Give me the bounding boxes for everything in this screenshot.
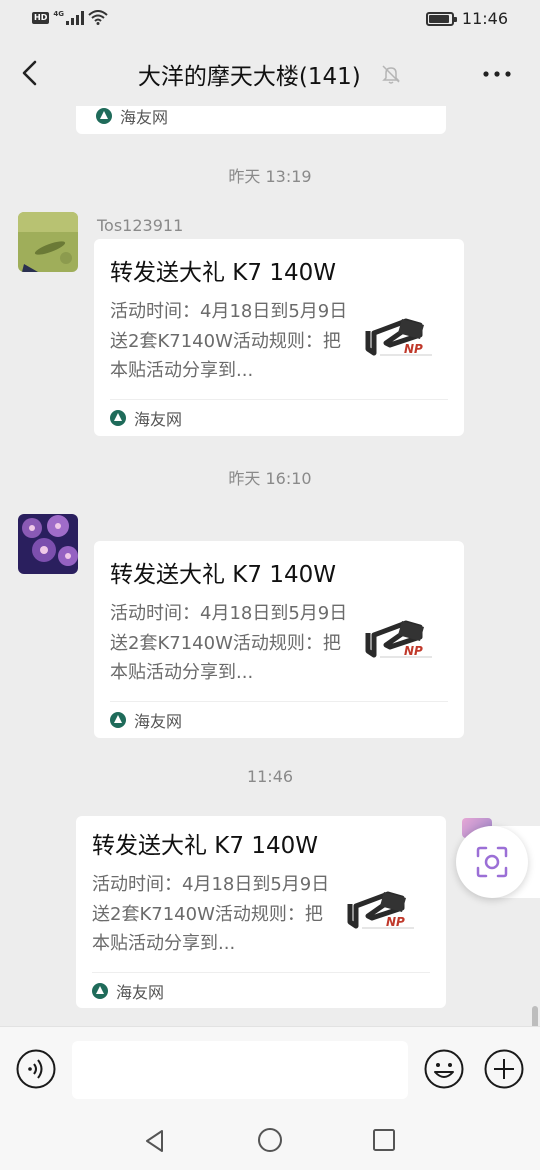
status-left: HD 4G xyxy=(32,10,108,25)
card-source: 海友网 xyxy=(110,702,448,738)
message-input[interactable] xyxy=(72,1041,408,1099)
card-body: 活动时间：4月18日到5月9日送2套K7140W活动规则：把本贴活动分享到...… xyxy=(92,870,430,960)
link-card[interactable]: 转发送大礼 K7 140W 活动时间：4月18日到5月9日送2套K7140W活动… xyxy=(94,239,464,436)
square-recents-icon[interactable] xyxy=(372,1128,396,1152)
card-description: 活动时间：4月18日到5月9日送2套K7140W活动规则：把本贴活动分享到... xyxy=(92,874,330,954)
emoji-icon[interactable] xyxy=(424,1049,464,1089)
message-timestamp: 昨天 13:19 xyxy=(228,167,312,186)
network-type: 4G xyxy=(53,10,64,18)
card-source: 海友网 xyxy=(96,106,168,134)
card-source: 海友网 xyxy=(92,973,430,1009)
circle-home-icon[interactable] xyxy=(257,1127,283,1153)
voice-icon[interactable] xyxy=(16,1049,56,1089)
signal-icon xyxy=(65,10,84,25)
product-thumbnail-image: NP xyxy=(362,303,438,379)
scan-button[interactable] xyxy=(456,826,528,898)
card-body: 活动时间：4月18日到5月9日送2套K7140W活动规则：把本贴活动分享到...… xyxy=(110,599,448,689)
product-thumbnail-image: NP xyxy=(344,876,420,952)
link-card[interactable]: 转发送大礼 K7 140W 活动时间：4月18日到5月9日送2套K7140W活动… xyxy=(94,541,464,738)
card-title: 转发送大礼 K7 140W xyxy=(92,833,318,859)
status-right: 11:46 xyxy=(425,9,508,28)
scan-icon xyxy=(476,846,508,878)
avatar[interactable] xyxy=(18,212,78,272)
link-card-partial[interactable]: 海友网 xyxy=(76,106,446,134)
thumb-logo: NP xyxy=(404,644,423,658)
plus-icon[interactable] xyxy=(484,1049,524,1089)
card-source: 海友网 xyxy=(110,400,448,436)
battery-icon xyxy=(425,11,457,26)
chat-header: 大洋的摩天大楼(141) xyxy=(0,40,540,106)
message-timestamp: 11:46 xyxy=(246,767,294,786)
floating-scan-widget xyxy=(456,816,540,898)
product-thumbnail-image: NP xyxy=(362,605,438,681)
clock: 11:46 xyxy=(461,9,508,28)
thumb-logo: NP xyxy=(404,342,423,356)
link-card[interactable]: 转发送大礼 K7 140W 活动时间：4月18日到5月9日送2套K7140W活动… xyxy=(76,816,446,1008)
card-source-label: 海友网 xyxy=(120,108,169,127)
avatar[interactable] xyxy=(18,514,78,574)
card-title: 转发送大礼 K7 140W xyxy=(110,260,336,286)
chat-title-wrap: 大洋的摩天大楼(141) xyxy=(0,57,540,91)
card-source-label: 海友网 xyxy=(116,983,165,1002)
card-source-label: 海友网 xyxy=(134,712,183,731)
input-bar xyxy=(0,1026,540,1110)
hd-badge: HD xyxy=(32,11,50,24)
sender-name: Tos123911 xyxy=(97,216,184,235)
more-dots-icon[interactable] xyxy=(482,62,512,86)
bell-off-icon xyxy=(382,65,400,84)
source-logo-icon xyxy=(110,712,126,728)
message-timestamp: 昨天 16:10 xyxy=(228,469,312,488)
source-logo-icon xyxy=(92,983,108,999)
thumb-logo: NP xyxy=(386,915,405,929)
battery-level xyxy=(428,14,449,23)
scrollbar[interactable] xyxy=(532,1006,538,1026)
status-bar: HD 4G 11:46 xyxy=(0,0,540,40)
card-description: 活动时间：4月18日到5月9日送2套K7140W活动规则：把本贴活动分享到... xyxy=(110,301,348,381)
wifi-icon xyxy=(88,10,108,25)
source-logo-icon xyxy=(96,108,112,124)
triangle-back-icon[interactable] xyxy=(142,1128,168,1154)
card-body: 活动时间：4月18日到5月9日送2套K7140W活动规则：把本贴活动分享到...… xyxy=(110,297,448,387)
card-title: 转发送大礼 K7 140W xyxy=(110,562,336,588)
chat-title: 大洋的摩天大楼(141) xyxy=(137,64,361,90)
system-navigation-bar xyxy=(0,1110,540,1170)
card-source-label: 海友网 xyxy=(134,410,183,429)
source-logo-icon xyxy=(110,410,126,426)
card-description: 活动时间：4月18日到5月9日送2套K7140W活动规则：把本贴活动分享到... xyxy=(110,603,348,683)
